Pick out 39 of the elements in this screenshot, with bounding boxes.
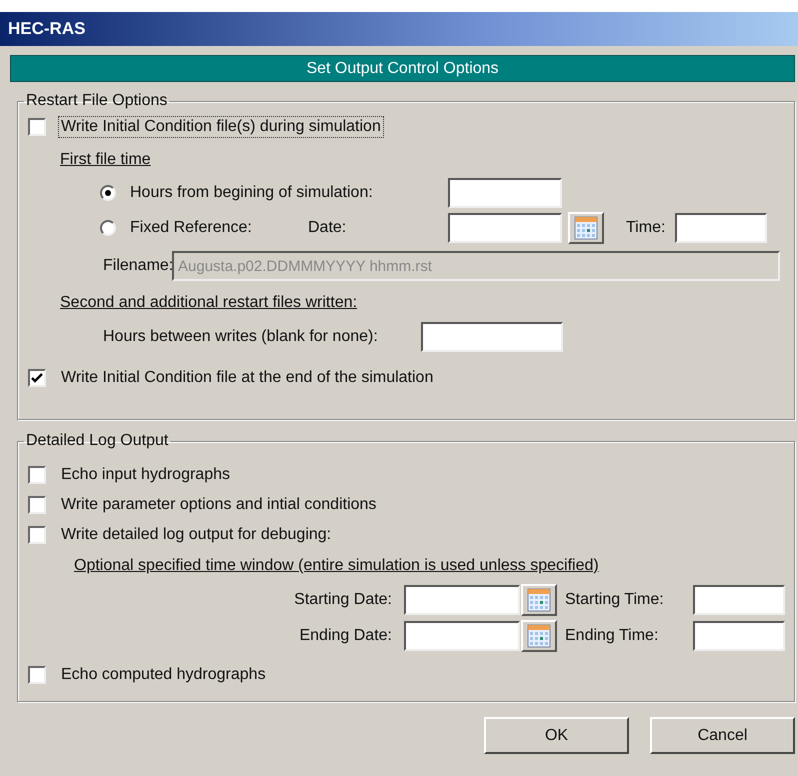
checkmark-icon — [31, 372, 43, 384]
group-legend: Restart File Options — [24, 92, 170, 110]
field-label: Starting Date: — [293, 591, 392, 609]
input-field[interactable] — [404, 621, 520, 651]
window-title: HEC-RAS — [0, 12, 798, 46]
calendar-button[interactable] — [521, 584, 557, 616]
checkbox[interactable]: Write detailed log output for debuging: — [28, 524, 334, 546]
field-label: Ending Date: — [298, 627, 392, 645]
radio-option[interactable]: Hours from begining of simulation: — [100, 184, 448, 202]
field-label: Time: — [626, 219, 666, 237]
radio-option[interactable]: Fixed Reference: — [100, 219, 308, 237]
input-field[interactable] — [448, 213, 562, 243]
field-label: Date: — [308, 219, 348, 237]
calendar-icon — [574, 216, 598, 240]
group-legend: Detailed Log Output — [24, 432, 170, 450]
calendar-button[interactable] — [521, 620, 557, 652]
checkbox[interactable]: Write parameter options and intial conditions — [28, 494, 380, 516]
section-heading: First file time — [60, 151, 151, 169]
calendar-icon — [527, 588, 551, 612]
field-label: Filename: — [103, 257, 172, 275]
calendar-icon — [527, 624, 551, 648]
input-field[interactable] — [693, 621, 785, 651]
input-field[interactable] — [404, 585, 520, 615]
checkbox[interactable]: Echo input hydrographs — [28, 464, 233, 486]
field-label: Hours between writes (blank for none): — [103, 328, 379, 346]
input-field[interactable] — [421, 322, 563, 352]
checkbox[interactable]: Write Initial Condition file at the end of the simulation — [28, 367, 436, 389]
section-heading: Second and additional restart files written: — [60, 294, 358, 312]
input-field[interactable] — [448, 178, 562, 208]
ok-button[interactable]: OK — [484, 717, 629, 754]
section-heading: Optional specified time window (entire simulation is used unless specified) — [74, 557, 599, 575]
input-field[interactable] — [693, 585, 785, 615]
checkbox[interactable]: Echo computed hydrographs — [28, 664, 269, 686]
cancel-button[interactable]: Cancel — [650, 717, 795, 754]
input-field[interactable] — [675, 213, 768, 243]
field-label: Ending Time: — [565, 627, 660, 645]
calendar-button[interactable] — [568, 212, 604, 244]
field-label: Starting Time: — [565, 591, 665, 609]
dialog-banner: Set Output Control Options — [10, 55, 795, 82]
